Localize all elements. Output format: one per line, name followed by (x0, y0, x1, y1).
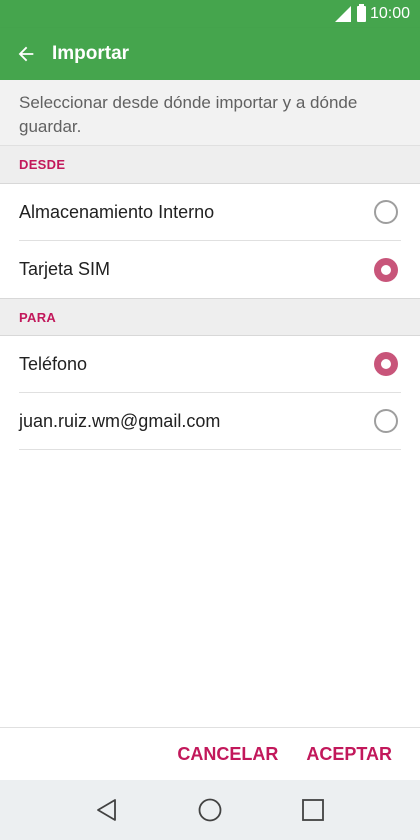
radio-unselected[interactable] (374, 409, 398, 433)
option-gmail-account[interactable]: juan.ruiz.wm@gmail.com (19, 393, 401, 450)
radio-unselected[interactable] (374, 200, 398, 224)
arrow-back-icon (18, 46, 34, 62)
option-label: Teléfono (19, 353, 88, 374)
option-tarjeta-sim[interactable]: Tarjeta SIM (19, 241, 401, 298)
battery-icon (356, 4, 366, 22)
app-bar: Importar (0, 28, 420, 80)
radio-selected[interactable] (374, 257, 398, 282)
section-header-desde: DESDE (0, 146, 420, 184)
option-almacenamiento-interno[interactable]: Almacenamiento Interno (19, 184, 401, 241)
nav-back-button[interactable] (87, 790, 127, 830)
status-bar: 10:00 (0, 0, 420, 28)
dialog-actions: CANCELAR ACEPTAR (0, 727, 420, 780)
description-text: Seleccionar desde dónde importar y a dón… (0, 80, 420, 146)
radio-selected[interactable] (374, 352, 398, 376)
cancel-button[interactable]: CANCELAR (177, 744, 278, 765)
signal-icon (334, 6, 351, 22)
accept-button[interactable]: ACEPTAR (306, 744, 392, 765)
option-label: Tarjeta SIM (19, 259, 111, 279)
back-button[interactable] (0, 28, 52, 80)
option-telefono[interactable]: Teléfono (19, 336, 401, 393)
square-recents-icon (302, 799, 325, 821)
status-time: 10:00 (369, 5, 410, 22)
page-title: Importar (52, 43, 130, 64)
circle-home-icon (198, 798, 222, 822)
nav-home-button[interactable] (190, 790, 230, 830)
triangle-back-icon (96, 799, 116, 821)
option-label: juan.ruiz.wm@gmail.com (19, 410, 221, 431)
nav-recents-button[interactable] (293, 790, 333, 830)
option-label: Almacenamiento Interno (19, 201, 215, 222)
section-header-para: PARA (0, 298, 420, 336)
navigation-bar (0, 780, 420, 840)
